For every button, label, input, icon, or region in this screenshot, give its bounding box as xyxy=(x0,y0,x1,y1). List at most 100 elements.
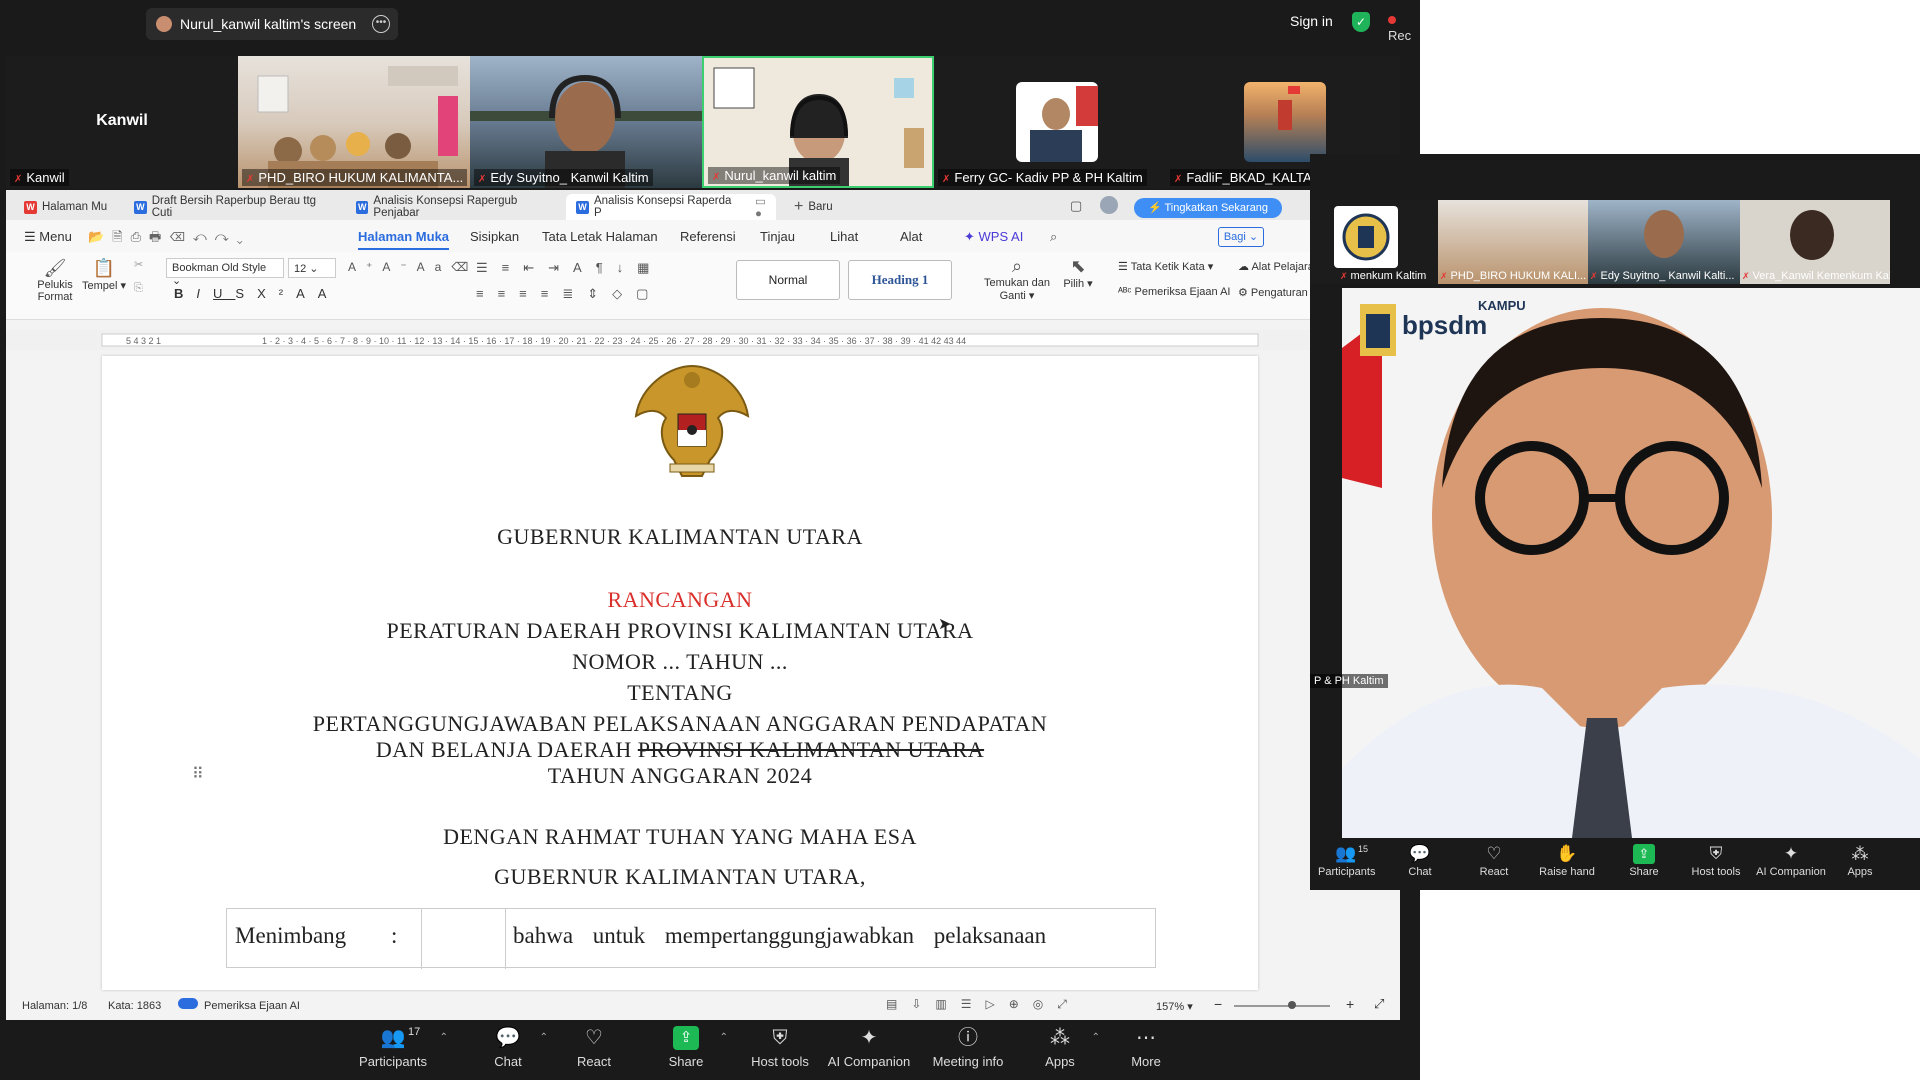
tab-halaman-muka[interactable]: Halaman Muka xyxy=(358,229,450,250)
react-button[interactable]: ♡ React xyxy=(1466,844,1522,878)
doc-tab-active[interactable]: W Analisis Konsepsi Raperda P ▭ ● xyxy=(566,194,776,220)
chevron-up-icon[interactable]: ⌃ xyxy=(1092,1032,1100,1043)
copy-icon[interactable]: ⎘ xyxy=(134,282,143,295)
tab-alat[interactable]: Alat xyxy=(900,229,922,244)
find-replace-button[interactable]: ⌕ Temukan dan Ganti ▾ xyxy=(982,256,1052,302)
title-line-2: DAN BELANJA DAERAH PROVINSI KALIMANTAN U… xyxy=(375,737,985,762)
cursor-icon: ⬉ xyxy=(1070,256,1086,276)
chevron-up-icon[interactable]: ⌃ xyxy=(440,1032,448,1043)
page-counter[interactable]: Halaman: 1/8 xyxy=(22,1000,87,1012)
user-avatar[interactable] xyxy=(1100,196,1118,214)
participant-name: menkum Kaltim xyxy=(1340,270,1427,282)
tab-lihat[interactable]: Lihat xyxy=(830,229,858,244)
participant-tile[interactable]: Kanwil Kanwil xyxy=(6,56,238,188)
participant-tile[interactable]: Ferry GC- Kadiv PP & PH Kaltim xyxy=(934,56,1166,188)
meeting-info-button[interactable]: ⓘ Meeting info xyxy=(930,1026,1006,1069)
share-screen-button[interactable]: ⇪ Share xyxy=(1616,844,1672,878)
zoom-out-icon[interactable]: − xyxy=(1214,996,1222,1012)
participant-tile-active-speaker[interactable]: Nurul_kanwil kaltim xyxy=(702,56,934,188)
zoom-slider[interactable] xyxy=(1234,1005,1330,1007)
font-family-select[interactable]: Bookman Old Style ⌄ xyxy=(166,258,284,287)
participants-button[interactable]: 👥 Participants 17 ⌃ xyxy=(358,1026,448,1069)
apps-button[interactable]: ⁂ Apps xyxy=(1840,844,1880,878)
participant-tile[interactable]: Vera_Kanwil Kemenkum Kal... xyxy=(1740,200,1890,284)
host-tools-button[interactable]: ⛨ Host tools xyxy=(748,1026,812,1069)
zoom-secondary-window: menkum Kaltim PHD_BIRO HUKUM KALI... Edy… xyxy=(1310,154,1920,890)
new-tab-button[interactable]: + Baru xyxy=(784,194,864,220)
doc-tab[interactable]: W Analisis Konsepsi Rapergub Penjabar xyxy=(346,194,558,220)
font-grow-shrink-icons[interactable]: A⁺A⁻Aa⌫ xyxy=(348,260,478,274)
share-doc-button[interactable]: Bagi ⌄ xyxy=(1218,227,1264,247)
style-heading-1[interactable]: Heading 1 xyxy=(848,260,952,300)
select-button[interactable]: ⬉ Pilih ▾ xyxy=(1060,256,1096,290)
brush-icon: 🖌 xyxy=(43,258,67,278)
tab-tinjau[interactable]: Tinjau xyxy=(760,229,795,244)
doc-tab-home[interactable]: W Halaman Mu xyxy=(14,194,114,220)
participant-tile[interactable]: Edy Suyitno_ Kanwil Kalti... xyxy=(1588,200,1740,284)
chat-button[interactable]: 💬 Chat ⌃ xyxy=(488,1026,548,1069)
tab-tata-letak[interactable]: Tata Letak Halaman xyxy=(542,229,658,244)
doc-tab[interactable]: W Draft Bersih Raperbup Berau ttg Cuti xyxy=(124,194,336,220)
react-button[interactable]: ♡ React xyxy=(574,1026,614,1069)
recording-indicator[interactable]: Rec xyxy=(1388,13,1420,43)
style-normal[interactable]: Normal xyxy=(736,260,840,300)
share-screen-button[interactable]: ⇪ Share ⌃ xyxy=(664,1026,728,1069)
align-icons[interactable]: ≡≡≡≡≣⇕◇▢ xyxy=(476,286,662,302)
format-painter-button[interactable]: 🖌 Pelukis Format xyxy=(32,258,78,303)
horizontal-ruler[interactable]: 5 4 3 2 1 1 · 2 · 3 · 4 · 5 · 6 · 7 · 8 … xyxy=(6,330,1400,350)
tab-referensi[interactable]: Referensi xyxy=(680,229,736,244)
participant-tile[interactable]: menkum Kaltim xyxy=(1310,200,1438,284)
considerations-table[interactable]: Menimbang : bahwa untuk mempertanggungja… xyxy=(226,908,1156,969)
font-size-select[interactable]: 12 ⌄ xyxy=(288,258,336,278)
participant-tile[interactable]: PHD_BIRO HUKUM KALI... xyxy=(1438,200,1588,284)
drag-handle-icon[interactable]: ⠿ xyxy=(192,764,204,784)
document-page[interactable]: GUBERNUR KALIMANTAN UTARA RANCANGAN PERA… xyxy=(102,356,1258,990)
wps-icon: W xyxy=(24,200,37,214)
ai-companion-button[interactable]: ✦ AI Companion xyxy=(826,1026,912,1069)
more-options-icon[interactable]: ••• xyxy=(372,15,390,33)
zoom-level[interactable]: 157% ▾ xyxy=(1156,1000,1193,1013)
apps-button[interactable]: ⁂ Apps ⌃ xyxy=(1040,1026,1100,1069)
heart-icon: ♡ xyxy=(585,1027,603,1049)
learning-tools[interactable]: ☁ Alat Pelajaran xyxy=(1238,260,1320,273)
ai-companion-button[interactable]: ✦ AI Companion xyxy=(1754,844,1828,878)
fullscreen-icon[interactable]: ⤢ xyxy=(1374,996,1384,1012)
more-button[interactable]: ⋯ More xyxy=(1126,1026,1166,1069)
typing-menu[interactable]: ☰ Tata Ketik Kata ▾ xyxy=(1118,260,1213,273)
participant-tile[interactable]: PHD_BIRO HUKUM KALIMANTA... xyxy=(238,56,470,188)
chevron-up-icon[interactable]: ⌃ xyxy=(540,1032,548,1043)
spell-label: Pemeriksa Ejaan AI xyxy=(204,1000,300,1012)
word-doc-icon: W xyxy=(134,200,147,214)
tab-options-icon[interactable]: ▭ ● xyxy=(755,194,776,220)
search-icon[interactable]: ⌕ xyxy=(1050,229,1057,245)
banner-text-partial: KAMPU xyxy=(1478,298,1526,313)
chat-button[interactable]: 💬 Chat xyxy=(1392,844,1448,878)
raise-hand-button[interactable]: ✋ Raise hand xyxy=(1532,844,1602,878)
participant-tile[interactable]: Edy Suyitno_ Kanwil Kaltim xyxy=(470,56,702,188)
encryption-shield-icon[interactable]: ✓ xyxy=(1352,12,1370,32)
tab-wps-ai[interactable]: ✦ WPS AI xyxy=(964,229,1023,245)
quick-access-icons[interactable]: 📂🗎⎙🖶⌫↶↷⌄ xyxy=(88,228,251,250)
upgrade-button[interactable]: ⚡ Tingkatkan Sekarang xyxy=(1134,198,1282,218)
heading-number: NOMOR ... TAHUN ... xyxy=(572,649,788,674)
spell-toggle[interactable] xyxy=(178,998,198,1009)
list-indent-icons[interactable]: ☰≡⇤⇥A¶↓▦ xyxy=(476,260,663,276)
settings-button[interactable]: ⚙ Pengaturan xyxy=(1238,286,1308,299)
text-style-icons[interactable]: BIUSX²AA xyxy=(174,286,339,301)
zoom-in-icon[interactable]: + xyxy=(1346,996,1354,1012)
view-mode-icons[interactable]: ▤⇩▥☰▷⊕◎⤢ xyxy=(886,997,1081,1012)
screen-share-indicator[interactable]: Nurul_kanwil kaltim's screen ••• xyxy=(146,8,398,40)
window-icon[interactable]: ▢ xyxy=(1070,198,1082,214)
word-counter[interactable]: Kata: 1863 xyxy=(108,1000,161,1012)
paste-button[interactable]: 📋 Tempel ▾ xyxy=(80,258,128,292)
spell-check-ai[interactable]: ᴬᴮᶜ Pemeriksa Ejaan AI xyxy=(1118,286,1231,298)
cut-icon[interactable]: ✂ xyxy=(134,258,143,271)
chevron-up-icon[interactable]: ⌃ xyxy=(720,1032,728,1043)
zoom-slider-thumb[interactable] xyxy=(1288,1001,1296,1009)
participants-button[interactable]: 👥 Participants 15 xyxy=(1318,844,1375,878)
menu-button[interactable]: ☰ Menu xyxy=(24,229,72,245)
host-tools-button[interactable]: ⛨ Host tools xyxy=(1686,844,1746,878)
tab-sisipkan[interactable]: Sisipkan xyxy=(470,229,519,244)
sign-in-button[interactable]: Sign in xyxy=(1290,13,1333,29)
active-speaker-video[interactable]: bpsdm KAMPU xyxy=(1342,288,1920,838)
